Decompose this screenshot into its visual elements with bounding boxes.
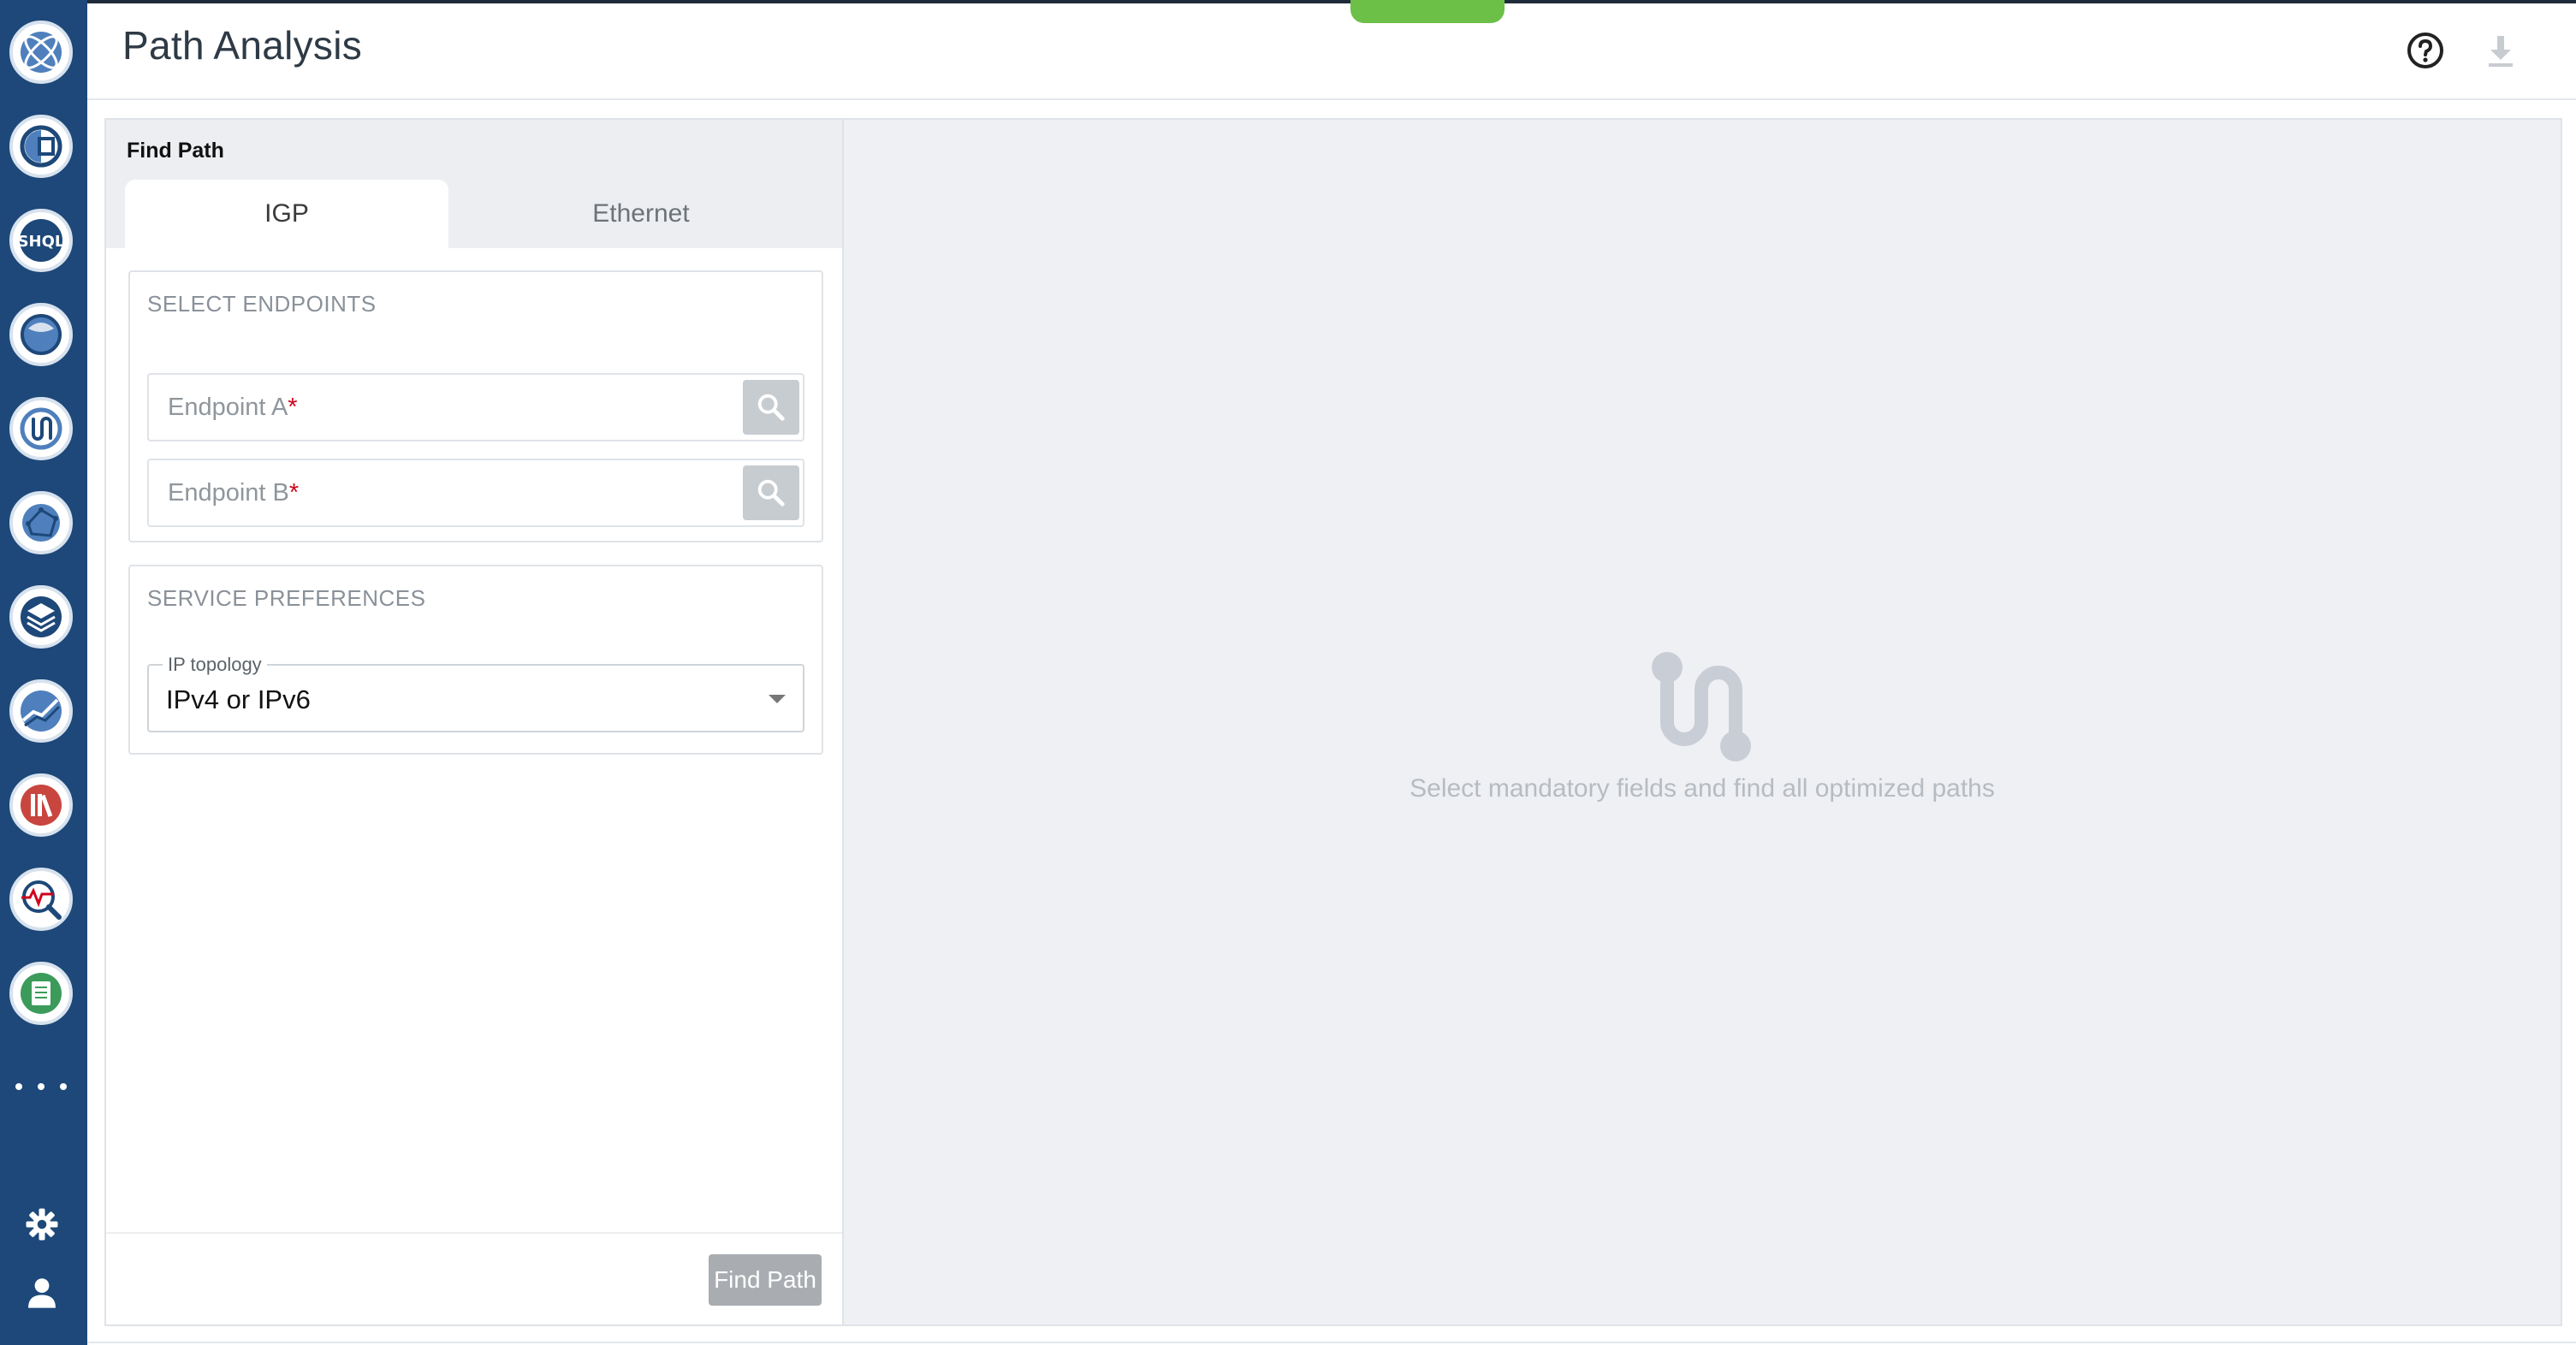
- ip-topology-label: IP topology: [163, 654, 267, 676]
- ip-topology-value: IPv4 or IPv6: [166, 684, 311, 714]
- svg-text:SHQL: SHQL: [18, 233, 65, 251]
- tab-ethernet[interactable]: Ethernet: [457, 180, 825, 248]
- find-path-button[interactable]: Find Path: [709, 1254, 822, 1306]
- chevron-down-icon: [769, 695, 786, 703]
- user-icon[interactable]: [21, 1271, 63, 1314]
- gear-icon[interactable]: [21, 1203, 63, 1246]
- endpoint-b-search-button[interactable]: [743, 465, 799, 520]
- download-icon[interactable]: [2480, 29, 2521, 70]
- more-dots-icon[interactable]: [15, 1074, 67, 1099]
- find-path-panel: Find Path IGP Ethernet SELECT ENDPOINTS …: [104, 118, 844, 1326]
- find-path-header: Find Path IGP Ethernet: [106, 120, 842, 248]
- footer-divider: [106, 1232, 842, 1234]
- globe-map-icon[interactable]: [9, 303, 73, 366]
- endpoint-a-field[interactable]: Endpoint A*: [147, 373, 804, 441]
- find-path-title: Find Path: [127, 139, 224, 163]
- service-preferences-section: SERVICE PREFERENCES IP topology IPv4 or …: [128, 565, 823, 755]
- route-path-icon: [1643, 647, 1763, 767]
- empty-state-message: Select mandatory fields and find all opt…: [1410, 774, 1995, 803]
- logo-globe-icon[interactable]: [9, 21, 73, 84]
- dashboard-gauge-icon[interactable]: [9, 115, 73, 178]
- monitor-search-icon[interactable]: [9, 868, 73, 931]
- network-topology-icon[interactable]: [9, 491, 73, 554]
- endpoint-a-search-button[interactable]: [743, 380, 799, 435]
- page-title: Path Analysis: [122, 23, 363, 68]
- library-books-icon[interactable]: [9, 773, 73, 837]
- endpoint-a-placeholder: Endpoint A*: [168, 394, 298, 421]
- document-icon[interactable]: [9, 962, 73, 1025]
- required-marker: *: [288, 479, 300, 507]
- select-endpoints-section: SELECT ENDPOINTS Endpoint A* Endpoint B*: [128, 270, 823, 542]
- shql-icon[interactable]: SHQL: [9, 209, 73, 272]
- status-indicator-tab[interactable]: [1350, 0, 1505, 23]
- endpoint-b-field[interactable]: Endpoint B*: [147, 459, 804, 527]
- top-border: [0, 0, 2576, 3]
- required-marker: *: [288, 394, 298, 421]
- endpoint-b-placeholder: Endpoint B*: [168, 479, 300, 507]
- tab-igp[interactable]: IGP: [125, 180, 448, 248]
- header-divider: [87, 98, 2576, 100]
- sidebar: SHQL: [0, 0, 87, 1345]
- layers-icon[interactable]: [9, 585, 73, 649]
- help-circle-icon[interactable]: [2405, 30, 2446, 71]
- bottom-divider: [87, 1342, 2576, 1343]
- select-endpoints-title: SELECT ENDPOINTS: [147, 291, 377, 317]
- service-preferences-title: SERVICE PREFERENCES: [147, 585, 426, 611]
- search-icon: [757, 394, 785, 421]
- search-icon: [757, 479, 785, 507]
- ip-topology-select[interactable]: IP topology IPv4 or IPv6: [147, 654, 804, 732]
- trend-chart-icon[interactable]: [9, 679, 73, 743]
- path-analysis-icon[interactable]: [9, 397, 73, 460]
